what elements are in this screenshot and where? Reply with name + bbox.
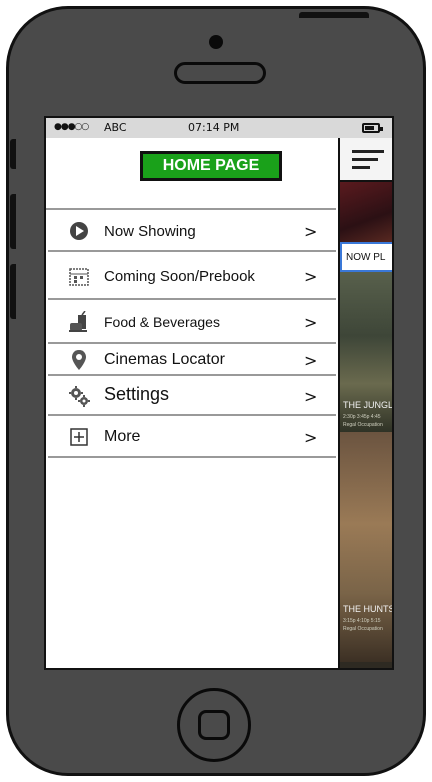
menu-item-label: Coming Soon/Prebook xyxy=(104,267,255,285)
power-button xyxy=(299,12,369,18)
chevron-right-icon: > xyxy=(304,427,318,447)
clock: 07:14 PM xyxy=(188,121,240,134)
menu-item-coming-soon[interactable]: Coming Soon/Prebook > xyxy=(48,254,336,300)
play-circle-icon xyxy=(70,222,88,240)
menu-item-label: More xyxy=(104,428,141,445)
tab-now-playing[interactable]: NOW PL xyxy=(340,242,392,272)
movie-poster[interactable]: THE JUNGL 2:30p 3:45p 4:45 Regal Occupat… xyxy=(340,272,394,432)
movie-showtimes: 2:30p 3:45p 4:45 xyxy=(343,414,381,420)
mute-switch xyxy=(10,139,16,169)
movie-venue: Regal Occupation xyxy=(343,626,383,632)
chevron-right-icon: > xyxy=(304,386,318,406)
home-square-icon xyxy=(198,710,230,740)
menu-item-more[interactable]: More > xyxy=(48,418,336,458)
calendar-icon xyxy=(69,268,89,286)
menu-divider xyxy=(46,208,336,210)
chevron-right-icon: > xyxy=(304,221,318,241)
movie-venue: Regal Occupation xyxy=(343,422,383,428)
battery-icon xyxy=(362,123,383,133)
movie-title: THE HUNTS xyxy=(343,604,394,614)
menu-item-label: Settings xyxy=(104,384,170,404)
menu-item-food-beverages[interactable]: Food & Beverages > xyxy=(48,302,336,344)
signal-strength-icon: ●●●○○ xyxy=(54,122,89,132)
page-title: HOME PAGE xyxy=(140,151,282,181)
menu-item-cinemas-locator[interactable]: Cinemas Locator > xyxy=(48,346,336,376)
food-drink-icon xyxy=(69,311,87,332)
movie-poster[interactable] xyxy=(340,182,392,242)
menu-item-label: Now Showing xyxy=(104,222,196,240)
menu-item-label: Food & Beverages xyxy=(104,314,220,330)
hamburger-icon xyxy=(352,150,384,153)
movie-showtimes: 3:15p 4:10p 5:15 xyxy=(343,618,381,624)
main-content-peek[interactable]: NOW PL THE JUNGL 2:30p 3:45p 4:45 Regal … xyxy=(338,138,394,668)
screen: ●●●○○ ABC 07:14 PM HOME PAGE Now Showing… xyxy=(44,116,394,670)
volume-down-button xyxy=(10,264,16,319)
movie-title: THE JUNGL xyxy=(343,400,394,410)
gears-icon xyxy=(69,386,90,407)
chevron-right-icon: > xyxy=(304,312,318,332)
camera-icon xyxy=(209,35,223,49)
menu-item-settings[interactable]: Settings > xyxy=(48,378,336,416)
menu-item-label: Cinemas Locator xyxy=(104,351,225,368)
hamburger-menu-button[interactable] xyxy=(340,138,392,182)
movie-poster[interactable]: THE HUNTS 3:15p 4:10p 5:15 Regal Occupat… xyxy=(340,432,394,662)
plus-box-icon xyxy=(70,428,88,446)
carrier-name: ABC xyxy=(104,121,127,134)
chevron-right-icon: > xyxy=(304,266,318,286)
map-pin-icon xyxy=(72,350,86,370)
menu-item-now-showing[interactable]: Now Showing > xyxy=(48,212,336,252)
status-bar: ●●●○○ ABC 07:14 PM xyxy=(46,118,392,138)
speaker-grille xyxy=(174,62,266,84)
chevron-right-icon: > xyxy=(304,350,318,370)
volume-up-button xyxy=(10,194,16,249)
